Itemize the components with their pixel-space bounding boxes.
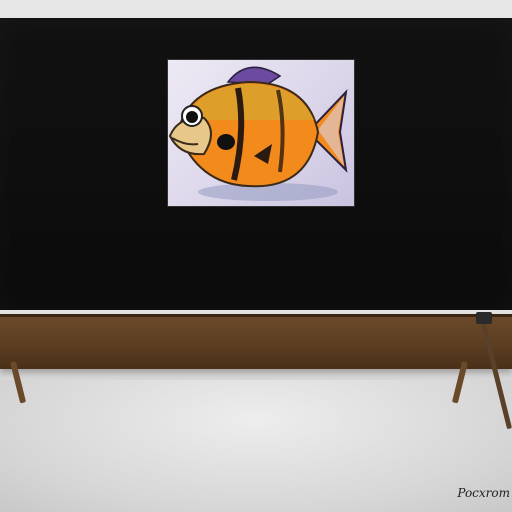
fish-artwork xyxy=(168,60,354,206)
fish-illustration xyxy=(168,66,348,201)
console-bracket xyxy=(476,312,492,324)
wall-strip xyxy=(0,0,512,18)
scene: Pocxrom xyxy=(0,0,512,512)
tv-console xyxy=(0,314,512,369)
watermark-text: Pocxrom xyxy=(457,486,510,500)
floor xyxy=(0,380,512,512)
